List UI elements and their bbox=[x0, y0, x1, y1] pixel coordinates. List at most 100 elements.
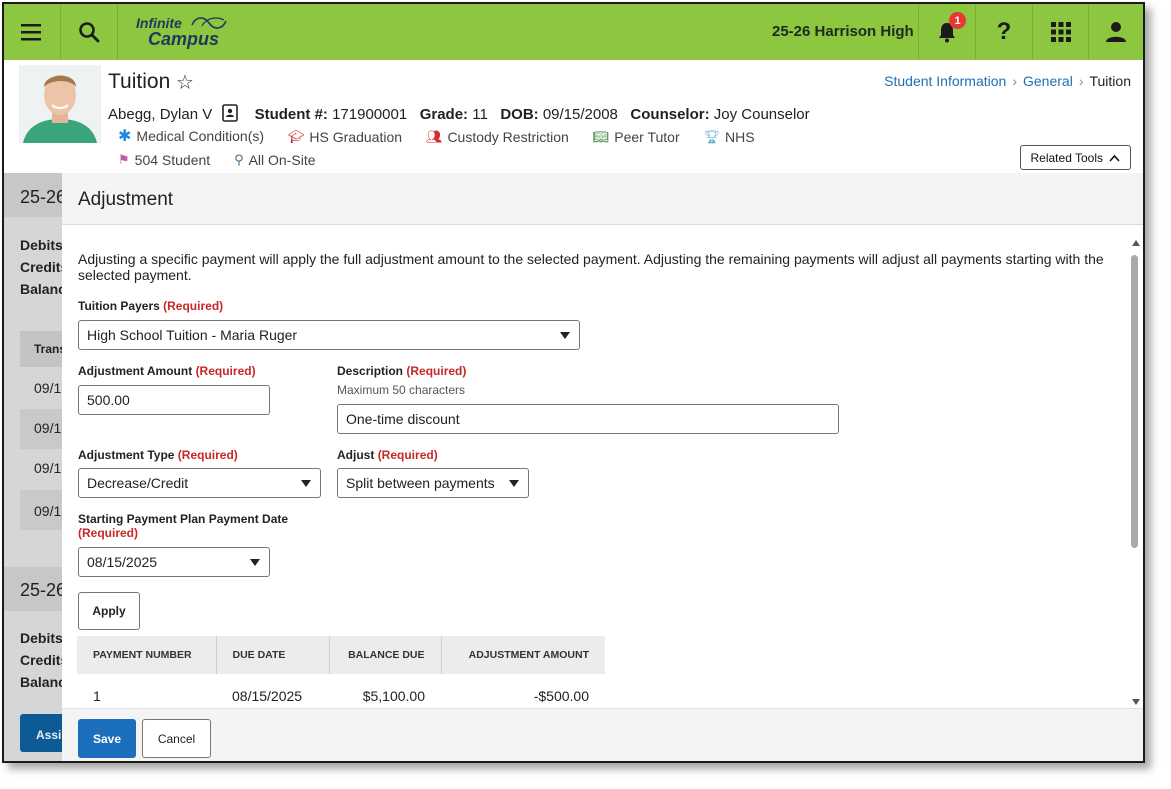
required-indicator: (Required) bbox=[195, 364, 256, 378]
input-value: One-time discount bbox=[346, 411, 460, 427]
top-navigation-bar: Infinite Campus 25-26 Harrison High 1 ? bbox=[4, 4, 1143, 60]
app-window: Infinite Campus 25-26 Harrison High 1 ? bbox=[2, 2, 1145, 763]
apply-button[interactable]: Apply bbox=[78, 592, 140, 630]
bg-assign-label: Assi bbox=[36, 728, 62, 742]
flag-peer-tutor[interactable]: 📖︎ Peer Tutor bbox=[593, 129, 680, 145]
student-flags-row-1: ✱ Medical Condition(s) 🎓︎ HS Graduation 👥︎… bbox=[118, 126, 775, 146]
bg-credits-label: Credits bbox=[20, 652, 69, 668]
dropdown-caret-icon bbox=[250, 559, 260, 566]
app-switcher-button[interactable] bbox=[1033, 4, 1089, 60]
cancel-button[interactable]: Cancel bbox=[142, 719, 211, 758]
label-text: Starting Payment Plan Payment Date bbox=[78, 512, 289, 526]
label-text: Description bbox=[337, 364, 404, 378]
required-indicator: (Required) bbox=[406, 364, 467, 378]
flag-custody-restriction[interactable]: 👥︎ Custody Restriction bbox=[426, 129, 569, 145]
grade-label: Grade: bbox=[419, 106, 469, 123]
save-button[interactable]: Save bbox=[78, 719, 136, 758]
search-button[interactable] bbox=[61, 4, 117, 60]
related-tools-label: Related Tools bbox=[1030, 150, 1104, 165]
scroll-up-arrow-icon[interactable] bbox=[1132, 240, 1140, 246]
column-header-balance-due[interactable]: BALANCE DUE bbox=[329, 636, 442, 674]
scrollbar-thumb[interactable] bbox=[1131, 255, 1138, 548]
bg-section-title: 25-26 bbox=[20, 187, 67, 207]
grid-apps-icon bbox=[1051, 22, 1071, 42]
table-row: 1 08/15/2025 $5,100.00 -$500.00 bbox=[77, 674, 605, 708]
panel-body: Adjusting a specific payment will apply … bbox=[62, 226, 1129, 708]
bg-row-date: 09/1 bbox=[34, 380, 62, 396]
scroll-down-arrow-icon[interactable] bbox=[1132, 699, 1140, 705]
tuition-payers-label: Tuition Payers (Required) bbox=[78, 299, 223, 313]
breadcrumb: Student Information › General › Tuition bbox=[884, 73, 1131, 89]
flag-nhs[interactable]: 🏆︎ NHS bbox=[704, 129, 755, 145]
related-tools-button[interactable]: Related Tools bbox=[1019, 145, 1131, 170]
table-header-row: PAYMENT NUMBER DUE DATE BALANCE DUE ADJU… bbox=[77, 636, 605, 674]
flag-504-student[interactable]: ⚑ 504 Student bbox=[118, 152, 210, 168]
help-button[interactable]: ? bbox=[976, 4, 1032, 60]
flag-hs-graduation[interactable]: 🎓︎ HS Graduation bbox=[288, 129, 402, 145]
flag-medical-condition[interactable]: ✱ Medical Condition(s) bbox=[118, 126, 264, 146]
label-text: Adjustment Amount bbox=[78, 364, 193, 378]
description-input[interactable]: One-time discount bbox=[337, 404, 839, 434]
selected-value: 08/15/2025 bbox=[87, 554, 158, 570]
label-text: Tuition Payers bbox=[78, 299, 160, 313]
bg-section-title: 25-26 bbox=[20, 580, 67, 600]
flag-label: Peer Tutor bbox=[614, 129, 680, 145]
dropdown-caret-icon bbox=[560, 332, 570, 339]
topbar-divider bbox=[117, 4, 118, 60]
cell-due-date: 08/15/2025 bbox=[232, 688, 303, 704]
counselor: Joy Counselor bbox=[713, 106, 810, 123]
cell-adjustment-amount: -$500.00 bbox=[533, 688, 589, 704]
hamburger-menu-icon bbox=[21, 24, 41, 41]
adjust-select[interactable]: Split between payments bbox=[337, 468, 529, 498]
flag-label: 504 Student bbox=[134, 152, 211, 168]
student-number-label: Student #: bbox=[254, 106, 328, 123]
flag-all-on-site[interactable]: ⚲ All On-Site bbox=[234, 152, 315, 168]
infinity-logo-icon bbox=[191, 17, 227, 29]
panel-title: Adjustment bbox=[78, 189, 174, 210]
flag-label: All On-Site bbox=[248, 152, 316, 168]
starting-payment-date-select[interactable]: 08/15/2025 bbox=[78, 547, 270, 577]
adjustment-type-select[interactable]: Decrease/Credit bbox=[78, 468, 321, 498]
cell-payment-number: 1 bbox=[93, 688, 101, 704]
flag-icon: ⚑ bbox=[118, 152, 130, 167]
student-avatar-image bbox=[19, 65, 101, 143]
selected-value: Decrease/Credit bbox=[87, 475, 189, 491]
user-account-button[interactable] bbox=[1088, 4, 1143, 60]
input-value: 500.00 bbox=[87, 392, 130, 408]
dob: 09/15/2008 bbox=[542, 106, 618, 123]
dropdown-caret-icon bbox=[301, 480, 311, 487]
column-header-due-date[interactable]: DUE DATE bbox=[216, 636, 330, 674]
flag-label: Custody Restriction bbox=[447, 129, 569, 145]
menu-button[interactable] bbox=[4, 4, 60, 60]
required-indicator: (Required) bbox=[78, 526, 138, 540]
column-header-payment-number[interactable]: PAYMENT NUMBER bbox=[77, 636, 217, 674]
bg-debits-label: Debits bbox=[20, 630, 63, 646]
school-year-selector[interactable]: 25-26 Harrison High bbox=[772, 23, 914, 40]
breadcrumb-current: Tuition bbox=[1089, 73, 1131, 89]
user-icon bbox=[1106, 22, 1126, 42]
infinite-campus-logo[interactable]: Infinite Campus bbox=[134, 12, 234, 52]
tuition-payers-select[interactable]: High School Tuition - Maria Ruger bbox=[78, 320, 580, 350]
column-header-adjustment-amount[interactable]: ADJUSTMENT AMOUNT bbox=[441, 636, 605, 674]
label-text: Adjust bbox=[337, 448, 375, 462]
logo-text-campus: Campus bbox=[148, 29, 220, 49]
required-indicator: (Required) bbox=[177, 448, 238, 462]
description-label: Description (Required) bbox=[337, 364, 466, 378]
starting-payment-date-label: Starting Payment Plan Payment Date (Requi… bbox=[78, 512, 308, 540]
favorite-star-icon[interactable]: ☆ bbox=[176, 70, 194, 95]
flag-label: HS Graduation bbox=[309, 129, 403, 145]
dob-label: DOB: bbox=[500, 106, 539, 123]
required-indicator: (Required) bbox=[163, 299, 224, 313]
panel-header: Adjustment bbox=[62, 173, 1143, 225]
adjust-label: Adjust (Required) bbox=[337, 448, 438, 462]
breadcrumb-chevron-icon: › bbox=[1078, 73, 1084, 89]
contact-card-icon[interactable] bbox=[222, 104, 239, 122]
people-icon: 👥︎ bbox=[425, 129, 443, 144]
notifications-button[interactable]: 1 bbox=[919, 4, 975, 60]
breadcrumb-general[interactable]: General bbox=[1023, 73, 1073, 89]
breadcrumb-chevron-icon: › bbox=[1012, 73, 1017, 89]
breadcrumb-student-information[interactable]: Student Information bbox=[884, 73, 1006, 89]
graduation-cap-icon: 🎓︎ bbox=[287, 129, 305, 144]
adjustment-amount-input[interactable]: 500.00 bbox=[78, 385, 270, 415]
bg-row-date: 09/1 bbox=[34, 420, 62, 436]
